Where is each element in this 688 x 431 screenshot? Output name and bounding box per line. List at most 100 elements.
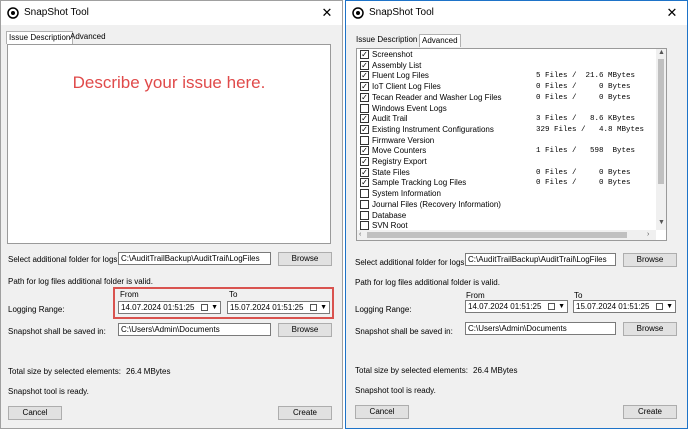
tab-issue-description[interactable]: Issue Description bbox=[6, 31, 74, 44]
list-item[interactable]: Windows Event Logs bbox=[360, 103, 660, 114]
checkbox-checked[interactable]: ✓ bbox=[360, 71, 369, 81]
total-size-value: 26.4 MBytes bbox=[126, 367, 171, 376]
checkbox-checked[interactable]: ✓ bbox=[360, 92, 369, 102]
scroll-left-icon[interactable]: ‹ bbox=[359, 231, 361, 238]
dropdown-arrow-icon: ▼ bbox=[666, 303, 673, 310]
browse-save-button[interactable]: Browse bbox=[278, 323, 332, 337]
calendar-icon bbox=[201, 304, 208, 311]
horizontal-scrollbar[interactable]: ‹ › bbox=[357, 230, 656, 240]
checkbox-unchecked[interactable] bbox=[360, 135, 369, 145]
checkbox-checked[interactable]: ✓ bbox=[360, 114, 369, 124]
list-item[interactable]: ✓ Audit Trail 3 Files / 8.6 KBytes bbox=[360, 114, 660, 124]
list-item[interactable]: Database bbox=[360, 210, 660, 221]
list-item[interactable]: ✓ Screenshot bbox=[360, 50, 660, 60]
list-item[interactable]: ✓ Sample Tracking Log Files 0 Files / 0 By… bbox=[360, 178, 660, 188]
list-item-file-size: 5 Files / 21.6 MBytes bbox=[536, 72, 636, 81]
list-item[interactable]: ✓ State Files 0 Files / 0 Bytes bbox=[360, 167, 660, 178]
checkbox-unchecked[interactable] bbox=[360, 103, 369, 113]
create-button[interactable]: Create bbox=[278, 406, 332, 420]
list-item[interactable]: Journal Files (Recovery Information) bbox=[360, 199, 660, 210]
list-item[interactable]: ✓ Tecan Reader and Washer Log Files 0 File… bbox=[360, 92, 660, 103]
issue-description-panel[interactable]: Describe your issue here. bbox=[7, 44, 331, 244]
folder-label: Select additional folder for logs: bbox=[355, 258, 467, 267]
folder-input[interactable]: C:\AuditTrailBackup\AuditTrail\LogFiles bbox=[118, 252, 271, 265]
list-item-label: Screenshot bbox=[372, 50, 413, 59]
list-item-label: Move Counters bbox=[372, 146, 427, 156]
checkbox-checked[interactable]: ✓ bbox=[360, 146, 369, 156]
logging-range-label: Logging Range: bbox=[355, 305, 412, 314]
list-item[interactable]: ✓ IoT Client Log Files 0 Files / 0 Bytes bbox=[360, 82, 660, 92]
browse-folder-button[interactable]: Browse bbox=[278, 252, 332, 266]
list-item[interactable]: ✓ Existing Instrument Configurations 329 F… bbox=[360, 124, 660, 135]
path-valid-text: Path for log files additional folder is … bbox=[355, 278, 500, 287]
close-button[interactable]: ✕ bbox=[312, 1, 342, 25]
list-item-label: Firmware Version bbox=[372, 135, 435, 145]
scroll-down-icon[interactable]: ▼ bbox=[658, 219, 665, 226]
total-size-label: Total size by selected elements: bbox=[8, 367, 121, 376]
list-item-label: Existing Instrument Configurations bbox=[372, 124, 494, 134]
snapshot-window-issue-description: SnapShot Tool ✕ Issue Description Advanc… bbox=[0, 0, 343, 429]
dropdown-arrow-icon: ▼ bbox=[320, 304, 327, 311]
total-size-value: 26.4 MBytes bbox=[473, 366, 518, 375]
checkbox-checked[interactable]: ✓ bbox=[360, 82, 369, 92]
tab-advanced[interactable]: Advanced bbox=[68, 31, 108, 43]
list-item-file-size: 0 Files / 0 Bytes bbox=[536, 168, 631, 177]
checkbox-unchecked[interactable] bbox=[360, 189, 369, 199]
list-item[interactable]: ✓ Fluent Log Files 5 Files / 21.6 MBytes bbox=[360, 71, 660, 81]
checkbox-checked[interactable]: ✓ bbox=[360, 178, 369, 188]
status-text: Snapshot tool is ready. bbox=[355, 386, 436, 395]
calendar-icon bbox=[310, 304, 317, 311]
list-item[interactable]: ✓ Move Counters 1 Files / 598 Bytes bbox=[360, 146, 660, 156]
list-item-label: Database bbox=[372, 210, 407, 220]
cancel-button[interactable]: Cancel bbox=[8, 406, 62, 420]
from-date-value: 14.07.2024 01:51:25 bbox=[121, 303, 195, 312]
checkbox-unchecked[interactable] bbox=[360, 221, 369, 231]
browse-folder-button[interactable]: Browse bbox=[623, 253, 677, 267]
calendar-icon bbox=[548, 303, 555, 310]
saved-in-label: Snapshot shall be saved in: bbox=[8, 327, 106, 336]
to-date-picker[interactable]: 15.07.2024 01:51:25 ▼ bbox=[573, 300, 676, 313]
scroll-right-icon[interactable]: › bbox=[647, 231, 649, 238]
checkbox-checked[interactable]: ✓ bbox=[360, 157, 369, 166]
to-date-value: 15.07.2024 01:51:25 bbox=[230, 303, 304, 312]
checkbox-unchecked[interactable] bbox=[360, 199, 369, 209]
list-item-file-size: 0 Files / 0 Bytes bbox=[536, 93, 631, 102]
create-button[interactable]: Create bbox=[623, 405, 677, 419]
folder-label: Select additional folder for logs: bbox=[8, 255, 120, 264]
window-title: SnapShot Tool bbox=[24, 7, 89, 18]
folder-input[interactable]: C:\AuditTrailBackup\AuditTrail\LogFiles bbox=[465, 253, 616, 266]
list-item-file-size: 3 Files / 8.6 KBytes bbox=[536, 115, 636, 124]
browse-save-button[interactable]: Browse bbox=[623, 322, 677, 336]
checkbox-checked[interactable]: ✓ bbox=[360, 60, 369, 70]
checkbox-checked[interactable]: ✓ bbox=[360, 124, 369, 134]
describe-issue-text: Describe your issue here. bbox=[72, 73, 266, 92]
log-items-list[interactable]: ✓ Screenshot ✓ Assembly List ✓ Fluent Log Fil… bbox=[356, 48, 667, 241]
list-item[interactable]: ✓ Registry Export bbox=[360, 157, 660, 167]
list-item[interactable]: System Information bbox=[360, 189, 660, 199]
checkbox-checked[interactable]: ✓ bbox=[360, 50, 369, 59]
from-date-picker[interactable]: 14.07.2024 01:51:25 ▼ bbox=[465, 300, 568, 313]
scroll-thumb[interactable] bbox=[658, 59, 664, 184]
list-item[interactable]: Firmware Version bbox=[360, 135, 660, 146]
to-label: To bbox=[574, 291, 583, 300]
cancel-button[interactable]: Cancel bbox=[355, 405, 409, 419]
list-item[interactable]: ✓ Assembly List bbox=[360, 60, 660, 71]
tab-advanced[interactable]: Advanced bbox=[419, 34, 461, 47]
scroll-up-icon[interactable]: ▲ bbox=[658, 49, 665, 56]
checkbox-checked[interactable]: ✓ bbox=[360, 167, 369, 177]
title-bar: SnapShot Tool ✕ bbox=[1, 1, 342, 25]
save-path-input[interactable]: C:\Users\Admin\Documents bbox=[118, 323, 271, 336]
snapshot-window-advanced: SnapShot Tool ✕ Issue Description Advanc… bbox=[345, 0, 688, 429]
to-date-picker[interactable]: 15.07.2024 01:51:25 ▼ bbox=[227, 301, 330, 314]
scroll-thumb[interactable] bbox=[367, 232, 627, 238]
vertical-scrollbar[interactable]: ▲ ▼ bbox=[656, 49, 666, 230]
list-item-label: Fluent Log Files bbox=[372, 71, 429, 81]
tab-issue-description[interactable]: Issue Description bbox=[354, 34, 419, 46]
checkbox-unchecked[interactable] bbox=[360, 210, 369, 220]
save-path-input[interactable]: C:\Users\Admin\Documents bbox=[465, 322, 616, 335]
close-button[interactable]: ✕ bbox=[657, 1, 687, 25]
path-valid-text: Path for log files additional folder is … bbox=[8, 277, 153, 286]
list-item-label: IoT Client Log Files bbox=[372, 82, 441, 92]
from-date-picker[interactable]: 14.07.2024 01:51:25 ▼ bbox=[118, 301, 221, 314]
list-item-file-size: 1 Files / 598 Bytes bbox=[536, 147, 636, 156]
